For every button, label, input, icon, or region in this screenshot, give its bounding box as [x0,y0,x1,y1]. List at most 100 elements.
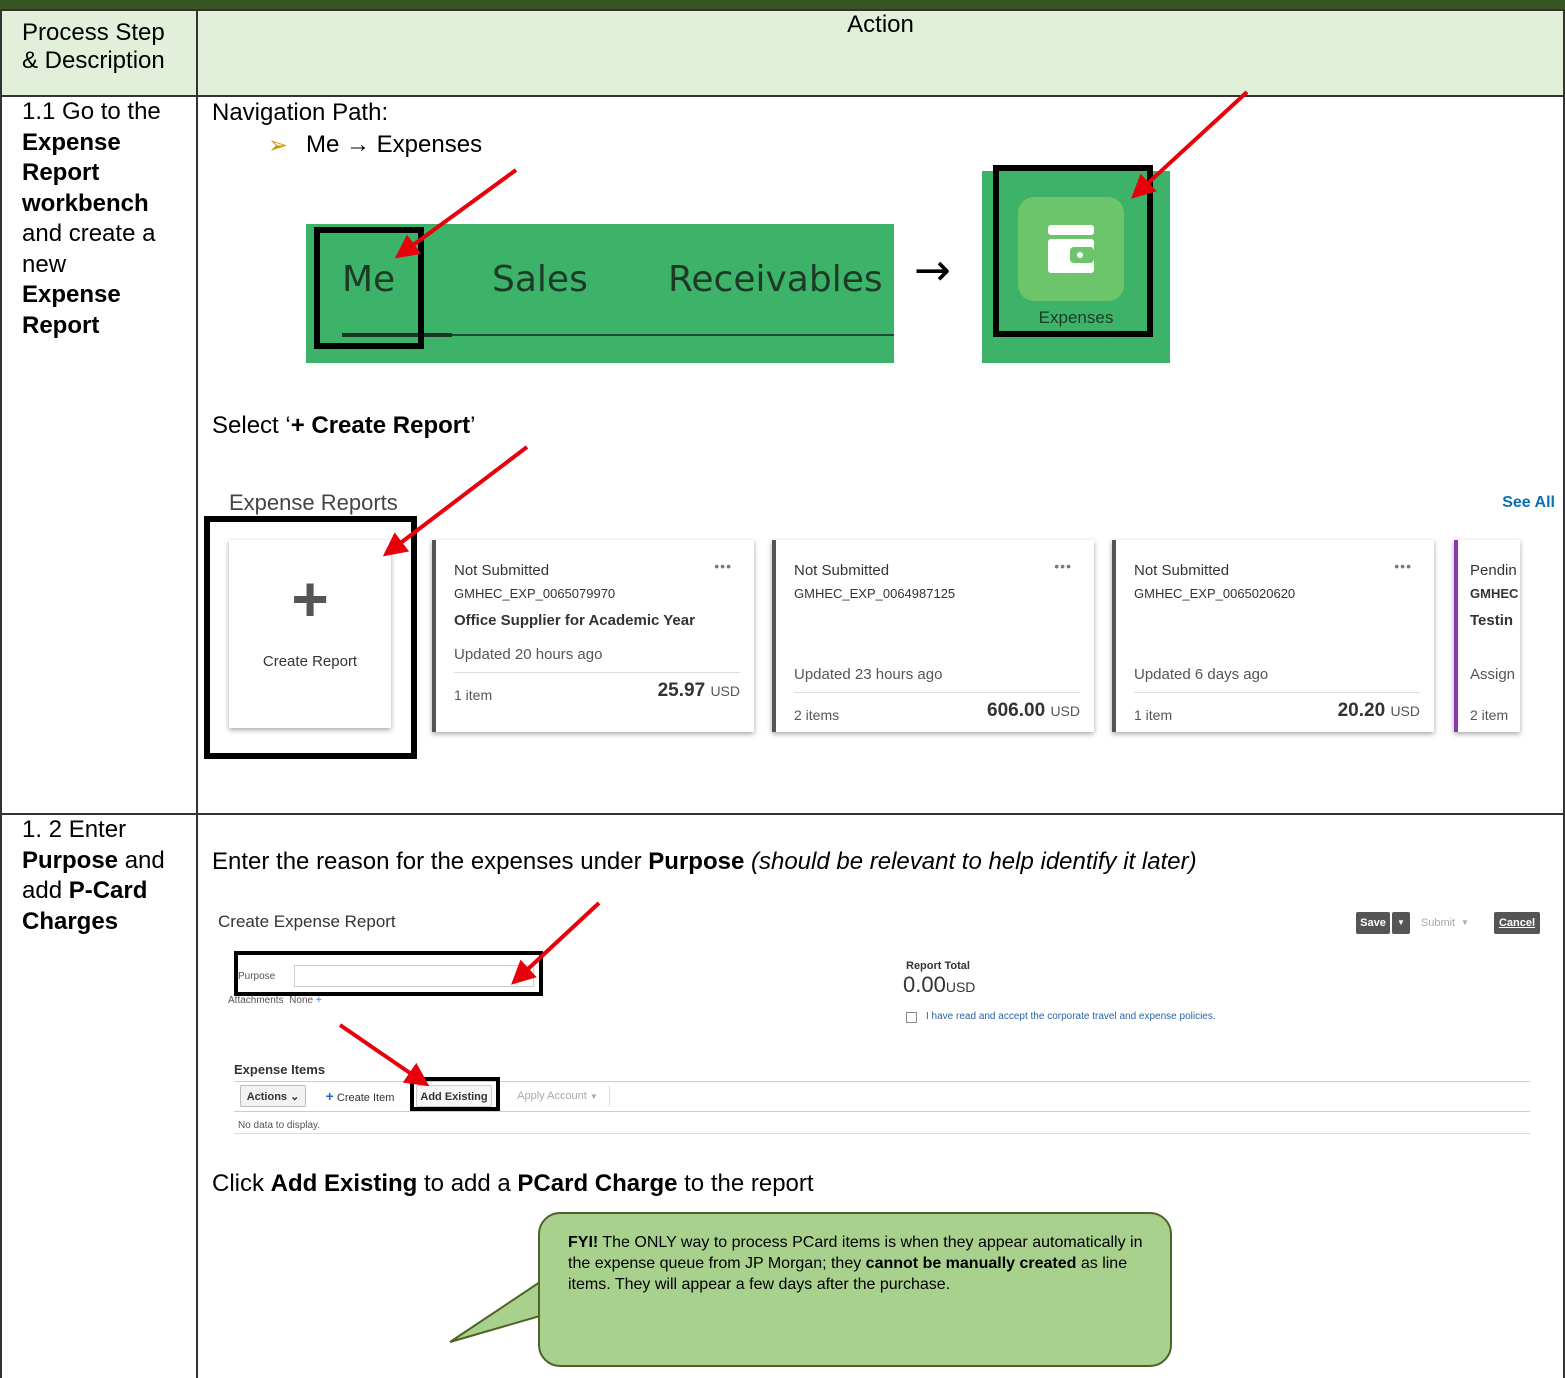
card-currency: USD [1390,703,1420,719]
card-items: 1 item [1134,707,1173,723]
submit-dropdown-icon[interactable]: ▼ [1458,912,1472,934]
header-process-step: Process Step & Description [0,9,198,97]
table-bottom-line [234,1133,1530,1134]
top-bar [0,0,1565,9]
header-col1-line1: Process Step [22,19,165,46]
card-amount: 25.97 USD [658,680,740,702]
card-updated: Updated 20 hours ago [454,646,603,663]
more-icon[interactable]: ••• [1054,558,1072,574]
card-amount-value: 20.20 [1337,700,1386,721]
card-status: Not Submitted [794,562,890,579]
step1-bold: Report [22,311,100,339]
attachments-value: None [289,995,314,1006]
fyi-bold-2: cannot be manually created [865,1255,1077,1272]
card-divider [454,672,740,673]
more-icon[interactable]: ••• [1394,558,1412,574]
report-card[interactable]: Not Submitted ••• GMHEC_EXP_0064987125 U… [772,540,1094,732]
card-id: GMHEC_EXP_0065020620 [1134,586,1296,601]
nav-tab-sales[interactable]: Sales [492,259,588,300]
callout-pointer [449,1280,550,1343]
card-updated: Updated 23 hours ago [794,666,943,683]
cancel-button[interactable]: Cancel [1494,912,1540,934]
card-divider [1134,692,1420,693]
more-icon[interactable]: ••• [714,558,732,574]
step1-description: 1.1 Go to the Expense Report workbench a… [0,95,198,815]
click-bold1: Add Existing [270,1170,418,1197]
attachments-row: Attachments None + [228,995,322,1006]
toolbar-bottom-line [234,1111,1530,1112]
create-item-button[interactable]: + Create Item [320,1085,400,1107]
save-dropdown-icon[interactable]: ▼ [1392,912,1410,934]
step1-bold: Expense [22,281,121,308]
apply-account-dropdown-icon: ▼ [589,1092,598,1101]
select-instruction: Select ‘+ Create Report’ [212,412,475,440]
policy-text: I have read and accept the corporate tra… [926,1011,1216,1022]
card-currency: USD [710,683,740,699]
step2-text: 1. 2 Enter [22,816,127,843]
step1-bold: Expense [22,128,121,156]
card-amount-value: 606.00 [987,700,1046,721]
step1-text: new [22,250,67,278]
card-items: 2 items [794,707,840,723]
card-items: 1 item [454,687,493,703]
click-suffix: to the report [677,1170,814,1197]
header-col1-line2: & Description [22,47,165,74]
save-button[interactable]: Save [1356,912,1390,934]
select-suffix: ’ [470,412,476,439]
report-total: 0.00USD [903,972,975,998]
card-updated: Assign [1470,666,1516,683]
highlight-box-create-report [204,516,417,759]
card-currency: USD [1050,703,1080,719]
step2-description: 1. 2 Enter Purpose and add P-Card Charge… [0,813,198,1378]
enter-purpose-instruction: Enter the reason for the expenses under … [212,848,1197,876]
chevron-down-icon: ⌄ [290,1091,300,1103]
report-card[interactable]: Not Submitted ••• GMHEC_EXP_0065079970 O… [432,540,754,732]
card-title: Office Supplier for Academic Year [454,612,695,629]
fyi-callout: FYI! The ONLY way to process PCard items… [538,1212,1172,1367]
form-title: Create Expense Report [218,912,396,931]
highlight-box-purpose [234,951,543,996]
nav-path-label: Navigation Path: [212,99,389,126]
report-card[interactable]: Not Submitted ••• GMHEC_EXP_0065020620 U… [1112,540,1434,732]
card-amount: 606.00 USD [987,700,1080,722]
expense-reports-title: Expense Reports [229,490,398,515]
click-add-existing-instruction: Click Add Existing to add a PCard Charge… [212,1170,814,1198]
card-status: Pendin [1470,562,1517,579]
step2-text: and [118,846,165,874]
bullet-icon: ➢ [268,132,289,159]
step1-bold: workbench [22,189,149,217]
card-id: GMHEC [1470,586,1519,601]
select-prefix: Select ‘ [212,412,291,439]
report-total-label: Report Total [906,960,970,972]
card-amount-value: 25.97 [657,680,706,701]
fyi-bold: FYI! [568,1234,599,1251]
click-prefix: Click [212,1170,271,1197]
nav-tab-receivables[interactable]: Receivables [668,259,883,300]
step1-content: Navigation Path: ➢ Me → Expenses Me Sale… [196,95,1565,815]
actions-menu-button[interactable]: Actions ⌄ [240,1085,306,1107]
apply-account-button[interactable]: Apply Account ▼ [506,1085,610,1107]
card-id: GMHEC_EXP_0065079970 [454,586,616,601]
report-card-partial[interactable]: Pendin GMHEC Testin Assign 2 item [1454,540,1520,732]
add-attachment-icon[interactable]: + [316,995,322,1006]
step2-text: add [22,877,69,904]
apply-account-label: Apply Account [517,1090,587,1102]
step2-bold: P-Card [68,877,148,904]
enter-bold: Purpose [648,848,745,875]
step2-bold: Charges [22,907,119,935]
step1-text: and create a [22,220,156,247]
nav-path-value: Me → Expenses [306,131,483,158]
card-items: 2 item [1470,707,1509,723]
card-status: Not Submitted [454,562,550,579]
card-id: GMHEC_EXP_0064987125 [794,586,956,601]
card-amount: 20.20 USD [1338,700,1420,722]
select-bold: + Create Report [290,412,471,439]
see-all-link[interactable]: See All [1502,494,1555,512]
policy-checkbox[interactable] [906,1012,917,1023]
card-divider [794,692,1080,693]
card-status: Not Submitted [1134,562,1230,579]
submit-button[interactable]: Submit [1420,912,1456,934]
step2-bold: Purpose [22,846,119,874]
click-mid: to add a [417,1170,518,1197]
actions-label: Actions [246,1091,288,1103]
